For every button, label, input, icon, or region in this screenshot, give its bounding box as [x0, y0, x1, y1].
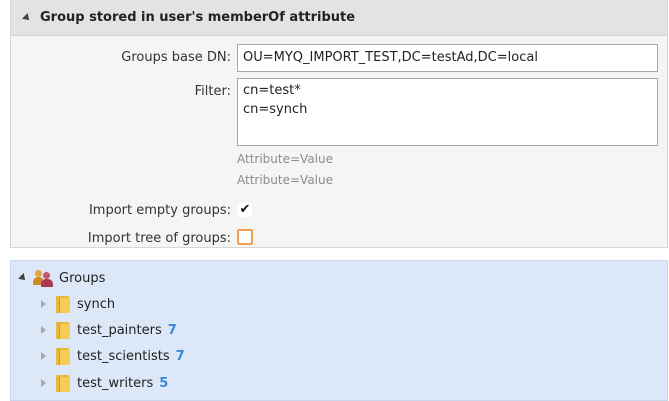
import-tree-checkbox[interactable] [237, 229, 253, 245]
tree-item-test-writers[interactable]: test_writers 5 [41, 373, 168, 393]
groups-tree: Groups synch test_painters 7 test_scient… [10, 260, 668, 401]
groups-base-dn-label: Groups base DN: [121, 50, 231, 65]
collapse-triangle-icon[interactable] [22, 12, 32, 23]
tree-item-test-painters[interactable]: test_painters 7 [41, 320, 177, 340]
tree-root-label: Groups [59, 270, 106, 286]
tree-item-label: test_painters [77, 322, 162, 338]
folder-icon [56, 374, 70, 392]
tree-item-label: test_writers [77, 375, 154, 391]
folder-icon [56, 321, 70, 339]
tree-root-groups[interactable]: Groups [18, 268, 106, 288]
tree-item-synch[interactable]: synch [41, 294, 121, 314]
tree-item-label: test_scientists [77, 348, 170, 364]
folder-icon [56, 347, 70, 365]
filter-hint-2: Attribute=Value [237, 173, 333, 187]
group-settings-panel: Group stored in user's memberOf attribut… [10, 0, 668, 248]
checkmark-icon: ✔ [239, 202, 251, 217]
import-empty-groups-checkbox[interactable]: ✔ [238, 203, 252, 217]
tree-item-count: 5 [159, 375, 169, 391]
filter-hint-1: Attribute=Value [237, 152, 333, 166]
expand-closed-icon[interactable] [41, 352, 46, 360]
expand-open-icon[interactable] [18, 273, 28, 283]
expand-closed-icon[interactable] [41, 300, 46, 308]
tree-item-label: synch [77, 296, 116, 312]
groups-base-dn-input[interactable]: OU=MYQ_IMPORT_TEST,DC=testAd,DC=local [237, 44, 658, 72]
tree-item-test-scientists[interactable]: test_scientists 7 [41, 346, 185, 366]
tree-item-count: 7 [167, 322, 177, 338]
folder-icon [56, 295, 70, 313]
tree-item-count: 7 [175, 348, 185, 364]
expand-closed-icon[interactable] [41, 326, 46, 334]
section-header[interactable]: Group stored in user's memberOf attribut… [11, 0, 667, 36]
users-group-icon [33, 269, 53, 287]
import-empty-groups-label: Import empty groups: [88, 203, 231, 218]
section-title: Group stored in user's memberOf attribut… [40, 10, 356, 25]
expand-closed-icon[interactable] [41, 379, 46, 387]
filter-textarea[interactable]: cn=test* cn=synch [237, 78, 658, 146]
filter-label: Filter: [194, 84, 231, 99]
import-tree-label: Import tree of groups: [87, 231, 231, 246]
